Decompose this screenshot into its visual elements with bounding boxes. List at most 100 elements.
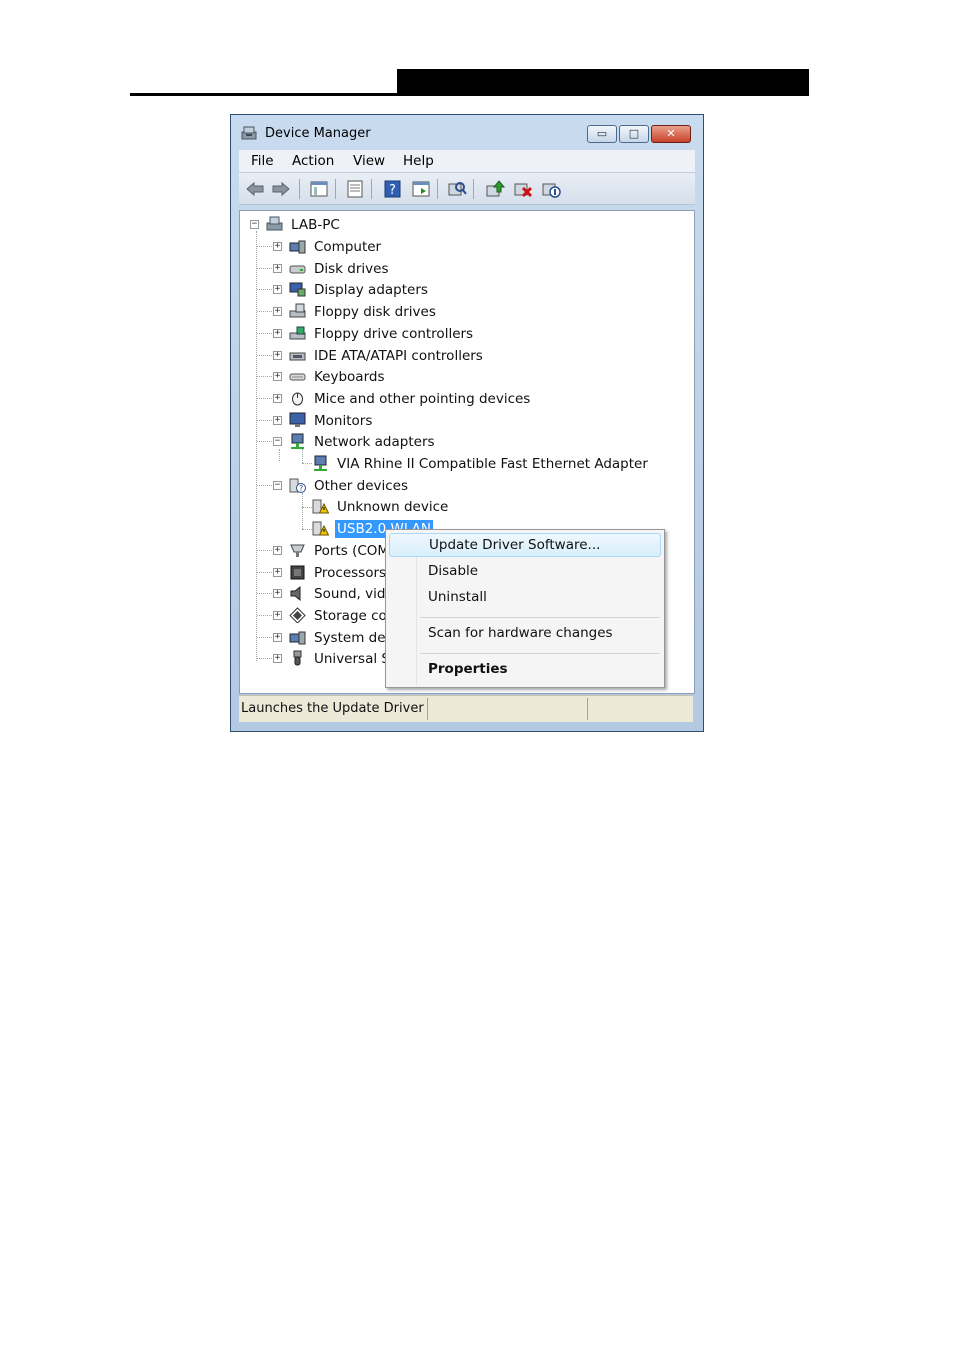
action-pane-icon[interactable]: [411, 180, 431, 198]
monitor-icon: [289, 412, 306, 427]
tree-root-label: LAB-PC: [291, 217, 340, 233]
minimize-icon: ▭: [596, 127, 608, 140]
expand-toggle[interactable]: +: [273, 242, 282, 251]
disable-menu-item[interactable]: Disable: [389, 560, 661, 584]
menu-help[interactable]: Help: [403, 153, 434, 169]
expand-toggle[interactable]: +: [273, 350, 282, 360]
show-hide-tree-icon[interactable]: [309, 180, 329, 198]
collapse-toggle[interactable]: −: [273, 437, 282, 447]
tree-item-label: Keyboards: [314, 369, 385, 386]
network-adapter-icon: [314, 455, 327, 471]
speaker-icon: [290, 586, 301, 602]
close-icon: ✕: [666, 127, 676, 140]
uninstall-icon[interactable]: [513, 180, 533, 198]
usb-icon: [293, 650, 302, 666]
tree-item-label: Sound, vid: [314, 586, 386, 603]
collapse-toggle[interactable]: −: [273, 480, 282, 490]
menu-view[interactable]: View: [353, 153, 385, 169]
tree-item-label: Monitors: [314, 412, 373, 429]
expand-toggle[interactable]: +: [273, 393, 282, 403]
maximize-button[interactable]: □: [619, 125, 649, 143]
properties-icon[interactable]: [345, 180, 365, 198]
floppy-drive-icon: [289, 303, 306, 318]
tree-item-label: Display adapters: [314, 282, 428, 299]
window-title: Device Manager: [265, 126, 371, 141]
uninstall-menu-item[interactable]: Uninstall: [389, 586, 661, 610]
device-manager-icon: [241, 126, 257, 140]
expand-toggle[interactable]: +: [273, 307, 282, 317]
unknown-device-icon: ?: [289, 478, 306, 493]
tree-item-label: IDE ATA/ATAPI controllers: [314, 347, 483, 364]
tree-item-label: Storage co: [314, 607, 387, 624]
expand-toggle[interactable]: +: [273, 372, 282, 382]
close-button[interactable]: ✕: [651, 125, 691, 143]
warning-device-icon: [312, 521, 329, 536]
tree-item-label: VIA Rhine II Compatible Fast Ethernet Ad…: [337, 456, 648, 472]
tree-item-label: Processors: [314, 564, 387, 581]
mouse-icon: [292, 392, 303, 406]
network-adapter-icon: [291, 433, 304, 450]
update-driver-software-menu-item[interactable]: Update Driver Software...: [389, 533, 661, 557]
port-icon: [290, 544, 305, 557]
help-icon[interactable]: ?: [383, 180, 403, 198]
menu-separator: [420, 653, 660, 654]
storage-controller-icon: [289, 607, 306, 623]
status-text: Launches the Update Driver S: [241, 701, 427, 716]
expand-toggle[interactable]: +: [273, 285, 282, 295]
computer-icon: [289, 240, 306, 254]
disable-icon[interactable]: [541, 180, 561, 198]
processor-icon: [290, 565, 305, 579]
properties-menu-item[interactable]: Properties: [389, 658, 661, 682]
scan-hardware-icon[interactable]: [447, 180, 467, 198]
tree-item-label: Network adapters: [314, 434, 435, 451]
menu-item-label: Properties: [428, 661, 508, 677]
tree-item-label: Disk drives: [314, 260, 389, 277]
tree-item-label: Computer: [314, 239, 382, 255]
expand-toggle[interactable]: +: [273, 328, 282, 338]
computer-root-icon: [266, 216, 283, 231]
menu-item-label: Update Driver Software...: [429, 537, 601, 553]
expand-toggle[interactable]: +: [273, 567, 282, 577]
menu-file[interactable]: File: [251, 153, 274, 169]
svg-text:?: ?: [389, 183, 396, 198]
header-banner: [397, 69, 809, 95]
tree-item-label: Unknown device: [337, 499, 449, 516]
system-device-icon: [289, 631, 306, 645]
expand-toggle[interactable]: +: [273, 610, 282, 620]
expand-toggle[interactable]: +: [273, 263, 282, 273]
title-bar[interactable]: Device Manager ▭ □ ✕: [231, 115, 703, 149]
menu-action[interactable]: Action: [292, 153, 334, 169]
expand-toggle[interactable]: +: [273, 654, 282, 664]
context-menu: Update Driver Software... Disable Uninst…: [385, 529, 665, 688]
tree-item-label: Ports (COM: [314, 542, 390, 559]
status-bar: Launches the Update Driver S: [239, 695, 693, 722]
tree-item-label: Other devices: [314, 477, 408, 494]
warning-device-icon: [312, 499, 329, 514]
update-driver-icon[interactable]: [485, 180, 505, 198]
tree-item-label: Floppy disk drives: [314, 304, 436, 321]
floppy-controller-icon: [289, 326, 306, 340]
ide-controller-icon: [289, 352, 306, 360]
keyboard-icon: [289, 373, 306, 381]
forward-arrow-icon[interactable]: [271, 180, 291, 198]
back-arrow-icon[interactable]: [245, 180, 265, 198]
scan-hardware-menu-item[interactable]: Scan for hardware changes: [389, 622, 661, 646]
expand-toggle[interactable]: +: [273, 545, 282, 555]
tree-item-label: Floppy drive controllers: [314, 325, 474, 342]
expand-toggle[interactable]: +: [273, 415, 282, 425]
toolbar: ?: [239, 173, 695, 205]
disk-drive-icon: [289, 265, 306, 274]
display-adapter-icon: [289, 282, 306, 297]
collapse-toggle[interactable]: −: [250, 220, 259, 229]
tree-item-label: Mice and other pointing devices: [314, 390, 531, 407]
tree-item-label: System dev: [314, 629, 394, 646]
svg-text:?: ?: [299, 484, 303, 493]
menu-item-label: Disable: [428, 563, 479, 579]
menu-separator: [420, 617, 660, 618]
tree-item-label: Universal S: [314, 651, 390, 668]
expand-toggle[interactable]: +: [273, 632, 282, 642]
menu-item-label: Uninstall: [428, 589, 487, 605]
maximize-icon: □: [628, 127, 640, 140]
minimize-button[interactable]: ▭: [587, 125, 617, 143]
expand-toggle[interactable]: +: [273, 589, 282, 599]
